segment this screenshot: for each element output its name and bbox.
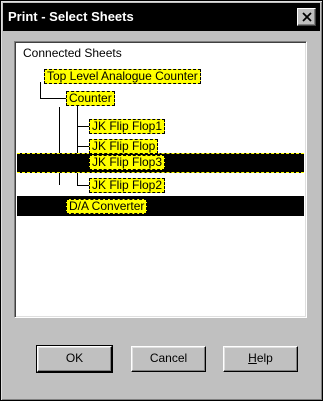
tree-connector <box>77 185 89 186</box>
window-title: Print - Select Sheets <box>8 9 134 24</box>
cancel-button-label: Cancel <box>149 351 188 365</box>
tree-item-jk-flip-flop3[interactable]: JK Flip Flop3 <box>89 155 166 170</box>
tree-connector <box>77 126 89 127</box>
tree-item-counter[interactable]: Counter <box>66 91 115 106</box>
tree-item-da-converter[interactable]: D/A Converter <box>66 199 148 214</box>
tree-item-jk-flip-flop1[interactable]: JK Flip Flop1 <box>89 119 166 134</box>
selection-band <box>17 196 304 216</box>
print-select-sheets-dialog: Print - Select Sheets Connected Sheets T… <box>0 0 323 401</box>
tree-item-jk-flip-flop[interactable]: JK Flip Flop <box>89 139 159 154</box>
title-bar[interactable]: Print - Select Sheets <box>3 3 320 31</box>
help-button[interactable]: Help <box>223 346 298 372</box>
tree-connector <box>40 98 66 99</box>
help-button-mnemonic: H <box>248 351 257 365</box>
sheet-tree[interactable]: Connected Sheets Top Level Analogue Coun… <box>14 41 307 318</box>
tree-connector <box>77 104 78 186</box>
tree-connector <box>40 82 41 99</box>
tree-connector <box>77 146 89 147</box>
ok-button-label: OK <box>65 351 84 365</box>
tree-item-jk-flip-flop2[interactable]: JK Flip Flop2 <box>89 178 166 193</box>
close-icon <box>302 12 312 22</box>
tree-connector <box>59 107 60 185</box>
help-button-label: elp <box>256 351 273 365</box>
tree-root-label: Connected Sheets <box>23 46 122 60</box>
ok-button[interactable]: OK <box>36 345 113 373</box>
close-button[interactable] <box>297 8 316 26</box>
tree-item-top-level-analogue-counter[interactable]: Top Level Analogue Counter <box>44 69 201 84</box>
cancel-button[interactable]: Cancel <box>131 346 206 372</box>
